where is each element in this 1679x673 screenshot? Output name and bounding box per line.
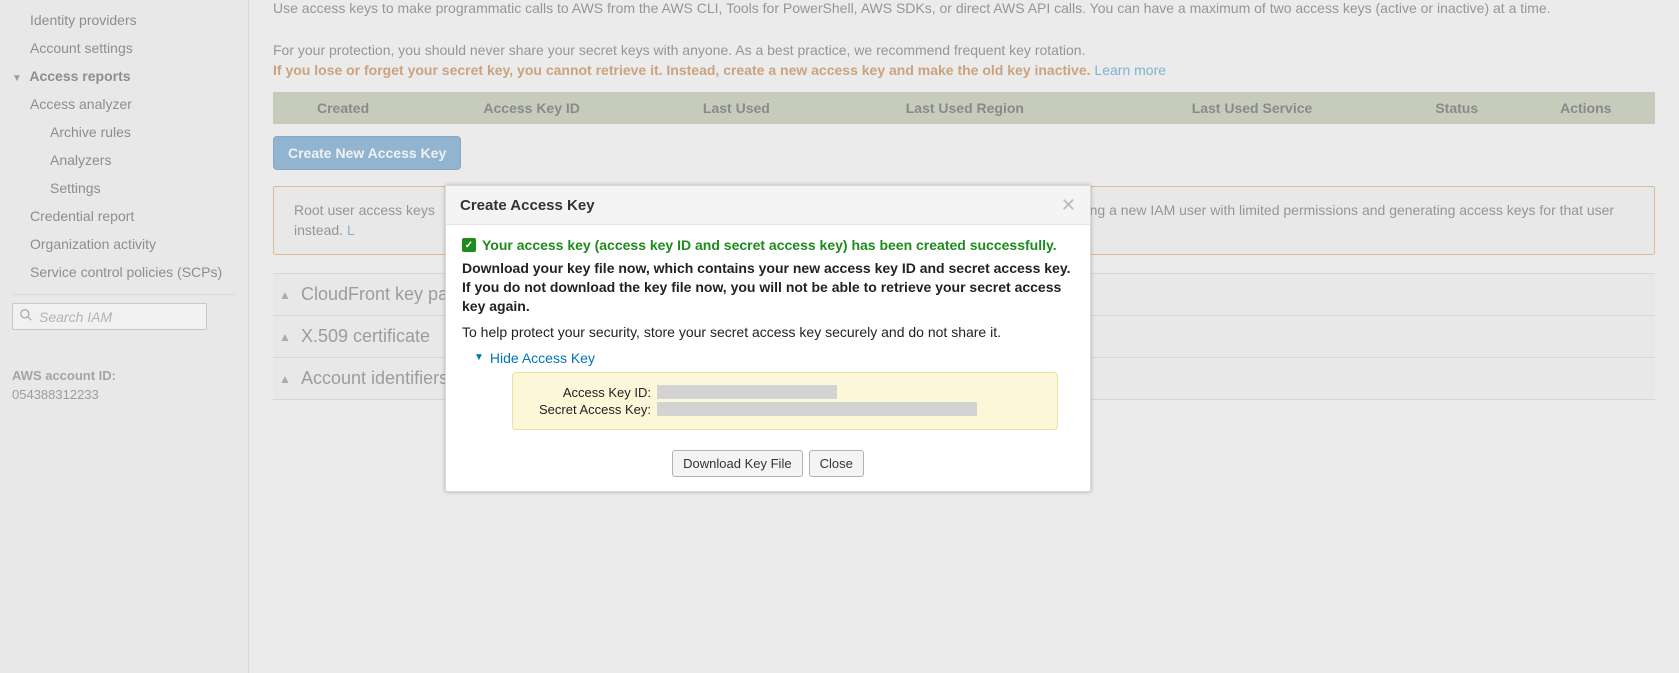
help-text: To help protect your security, store you… [462,324,1074,340]
create-access-key-modal: Create Access Key ✕ ✓ Your access key (a… [445,185,1091,492]
hide-access-key-toggle[interactable]: ▼ Hide Access Key [474,350,1074,366]
success-text: Your access key (access key ID and secre… [482,237,1057,253]
success-message: ✓ Your access key (access key ID and sec… [462,237,1074,253]
modal-body: ✓ Your access key (access key ID and sec… [446,225,1090,440]
access-key-box: Access Key ID: Secret Access Key: [512,372,1058,430]
access-key-id-label: Access Key ID: [527,385,657,400]
modal-footer: Download Key File Close [446,440,1090,491]
check-icon: ✓ [462,238,476,252]
caret-down-icon: ▼ [474,352,484,363]
secret-access-key-label: Secret Access Key: [527,402,657,417]
download-key-file-button[interactable]: Download Key File [672,450,802,477]
close-button[interactable]: Close [809,450,864,477]
secret-access-key-value [657,402,977,416]
download-instructions: Download your key file now, which contai… [462,259,1074,316]
access-key-id-value [657,385,837,399]
modal-header: Create Access Key ✕ [446,186,1090,225]
modal-title: Create Access Key [460,197,595,214]
toggle-label: Hide Access Key [490,350,595,366]
close-icon[interactable]: ✕ [1061,196,1076,214]
